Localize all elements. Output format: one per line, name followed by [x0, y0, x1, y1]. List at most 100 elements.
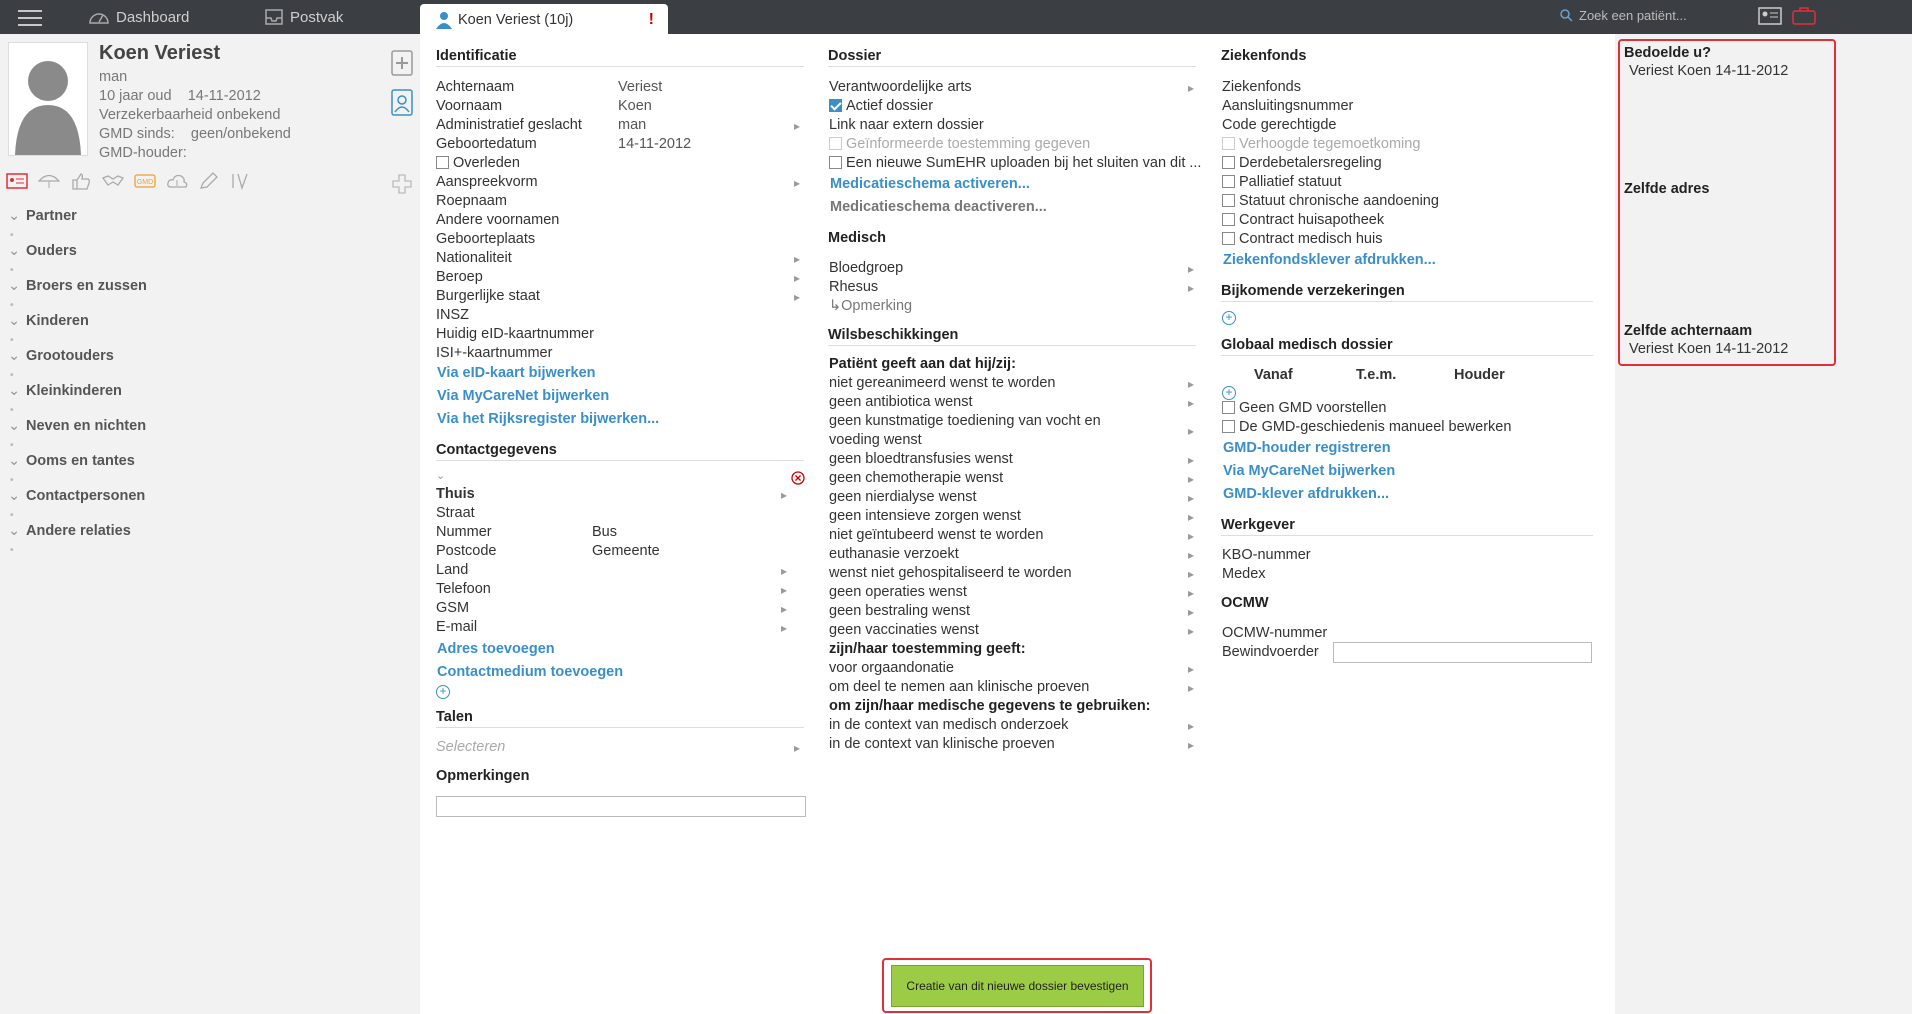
chevron-down-icon[interactable]: ⌄ [8, 488, 20, 504]
chevron-right-icon[interactable]: ▸ [1188, 396, 1194, 410]
chevron-down-icon[interactable]: ⌄ [8, 418, 20, 434]
opmerkingen-input[interactable] [436, 796, 806, 817]
chevron-right-icon[interactable]: ▸ [794, 252, 800, 266]
chevron-right-icon[interactable]: ▸ [1188, 624, 1194, 638]
field-value[interactable]: Veriest [618, 79, 662, 95]
menu-icon[interactable] [18, 7, 42, 27]
chevron-right-icon[interactable]: ▸ [1188, 605, 1194, 619]
checkbox-empty[interactable] [829, 156, 842, 169]
chevron-right-icon[interactable]: ▸ [1188, 738, 1194, 752]
add-contact-icon[interactable] [390, 46, 414, 76]
search-input[interactable]: Zoek een patiënt... [1579, 8, 1687, 23]
checkbox-empty[interactable] [1222, 213, 1235, 226]
link-add-contact-medium[interactable]: Contactmedium toevoegen [437, 664, 623, 680]
suggest-achternaam-item[interactable]: Veriest Koen 14-11-2012 [1629, 341, 1788, 357]
identificatie-field[interactable]: Geboortedatum [436, 136, 537, 152]
umbrella-icon[interactable] [38, 172, 60, 190]
field-email[interactable]: E-mail [436, 619, 477, 635]
chevron-right-icon[interactable]: ▸ [1188, 377, 1194, 391]
add-icon[interactable]: + [1222, 386, 1236, 400]
chevron-right-icon[interactable]: ▸ [794, 290, 800, 304]
checkbox-empty[interactable] [1222, 175, 1235, 188]
chevron-right-icon[interactable]: ▸ [781, 621, 787, 635]
wils-item[interactable]: euthanasie verzoekt [829, 546, 959, 562]
identificatie-field[interactable]: Administratief geslacht [436, 117, 582, 133]
link-add-address[interactable]: Adres toevoegen [437, 641, 555, 657]
field-bus[interactable]: Bus [592, 524, 617, 540]
checkbox-derdebetaler[interactable]: Derdebetalersregeling [1222, 155, 1382, 171]
chevron-right-icon[interactable]: ▸ [794, 176, 800, 190]
checkbox-empty[interactable] [1222, 401, 1235, 414]
relation-group[interactable]: ⌄ Ooms en tantes • [8, 453, 135, 486]
chevron-right-icon[interactable]: ▸ [1188, 453, 1194, 467]
id-card-icon[interactable] [6, 172, 28, 190]
checkbox-actief-dossier[interactable]: Actief dossier [829, 98, 933, 114]
medical-bag-icon[interactable] [1792, 7, 1816, 25]
chevron-right-icon[interactable]: ▸ [1188, 586, 1194, 600]
identificatie-field[interactable]: Voornaam [436, 98, 502, 114]
checkbox-empty[interactable] [1222, 194, 1235, 207]
chevron-down-icon[interactable]: ⌄ [8, 278, 20, 294]
relation-group[interactable]: ⌄ Ouders • [8, 243, 77, 276]
nav-dashboard[interactable]: Dashboard [88, 8, 189, 26]
handshake-icon[interactable] [102, 172, 124, 190]
chevron-down-icon[interactable]: ⌄ [8, 208, 20, 224]
wils-item[interactable]: geen bestraling wenst [829, 603, 970, 619]
chevron-right-icon[interactable]: ▸ [1188, 510, 1194, 524]
identificatie-field[interactable]: Overleden [436, 155, 520, 171]
clipboard-person-icon[interactable] [390, 86, 414, 116]
identificatie-field[interactable]: Achternaam [436, 79, 514, 95]
field-code-gerechtigde[interactable]: Code gerechtigde [1222, 117, 1336, 133]
field-ocmw-nummer[interactable]: OCMW-nummer [1222, 625, 1327, 641]
thumbs-up-icon[interactable] [70, 172, 92, 190]
checkbox-medisch-huis[interactable]: Contract medisch huis [1222, 231, 1382, 247]
gmd-icon[interactable]: GMD [134, 172, 156, 190]
field-postcode[interactable]: Postcode [436, 543, 496, 559]
pen-icon[interactable] [198, 172, 220, 190]
checkbox-huisapotheek[interactable]: Contract huisapotheek [1222, 212, 1384, 228]
wils-item[interactable]: niet geïntubeerd wenst te worden [829, 527, 1043, 543]
chevron-down-icon[interactable]: ⌄ [8, 383, 20, 399]
chevron-right-icon[interactable]: ▸ [781, 602, 787, 616]
identificatie-field[interactable]: ISI+-kaartnummer [436, 345, 552, 361]
field-value[interactable]: Koen [618, 98, 652, 114]
identificatie-field[interactable]: INSZ [436, 307, 469, 323]
field-bloedgroep[interactable]: Bloedgroep [829, 260, 903, 276]
checkbox-geen-gmd[interactable]: Geen GMD voorstellen [1222, 400, 1386, 416]
wils-item[interactable]: geen vaccinaties wenst [829, 622, 979, 638]
chevron-right-icon[interactable]: ▸ [1188, 681, 1194, 695]
checkbox-sumehr[interactable]: Een nieuwe SumEHR uploaden bij het sluit… [829, 155, 1201, 171]
chevron-right-icon[interactable]: ▸ [1188, 424, 1194, 438]
link-gmd-mycarenet[interactable]: Via MyCareNet bijwerken [1223, 463, 1395, 479]
add-icon[interactable]: + [436, 685, 450, 699]
identificatie-field[interactable]: Beroep [436, 269, 483, 285]
identificatie-field[interactable]: Andere voornamen [436, 212, 559, 228]
field-medex[interactable]: Medex [1222, 566, 1266, 582]
chevron-right-icon[interactable]: ▸ [1188, 472, 1194, 486]
tab-patient[interactable]: Koen Veriest (10j) ! [420, 4, 668, 35]
wils-item[interactable]: niet gereanimeerd wenst te worden [829, 375, 1056, 391]
add-icon[interactable]: + [1222, 311, 1236, 325]
identificatie-field[interactable]: Burgerlijke staat [436, 288, 540, 304]
link-gmd-klever[interactable]: GMD-klever afdrukken... [1223, 486, 1389, 502]
field-verantwoordelijke-arts[interactable]: Verantwoordelijke arts [829, 79, 972, 95]
field-gemeente[interactable]: Gemeente [592, 543, 660, 559]
field-aansluitingsnummer[interactable]: Aansluitingsnummer [1222, 98, 1353, 114]
wils-item[interactable]: om deel te nemen aan klinische proeven [829, 679, 1089, 695]
chevron-down-icon[interactable]: ⌄ [8, 523, 20, 539]
chevron-down-icon[interactable]: ⌄ [436, 469, 445, 482]
field-opmerking[interactable]: ↳Opmerking [829, 298, 912, 314]
wils-item[interactable]: voor orgaandonatie [829, 660, 954, 676]
link-medicatieschema-deactiveren[interactable]: Medicatieschema deactiveren... [830, 199, 1047, 215]
chevron-right-icon[interactable]: ▸ [1188, 662, 1194, 676]
chevron-right-icon[interactable]: ▸ [1188, 81, 1194, 95]
field-extern-dossier[interactable]: Link naar extern dossier [829, 117, 984, 133]
chevron-right-icon[interactable]: ▸ [781, 488, 787, 502]
relation-group[interactable]: ⌄ Neven en nichten • [8, 418, 146, 451]
remove-address-icon[interactable] [791, 471, 805, 485]
field-straat[interactable]: Straat [436, 505, 475, 521]
field-rhesus[interactable]: Rhesus [829, 279, 878, 295]
chevron-right-icon[interactable]: ▸ [1188, 548, 1194, 562]
checkbox-gmd-manueel[interactable]: De GMD-geschiedenis manueel bewerken [1222, 419, 1511, 435]
relation-group[interactable]: ⌄ Kinderen • [8, 313, 89, 346]
